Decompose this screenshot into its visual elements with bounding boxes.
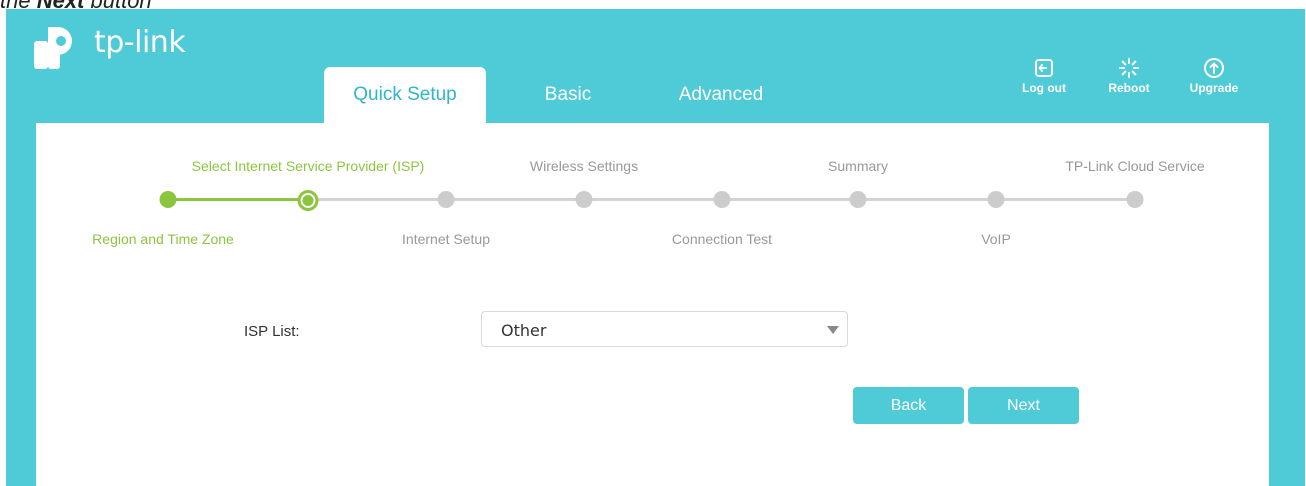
logout-label: Log out [1022,81,1066,95]
upgrade-label: Upgrade [1189,81,1239,95]
upgrade-button[interactable]: Upgrade [1184,57,1244,95]
step-label-internet: Internet Setup [402,231,490,247]
tab-quick-setup[interactable]: Quick Setup [324,67,486,123]
step-dot-wireless [575,191,593,208]
step-dot-internet [437,191,455,208]
step-label-voip: VoIP [981,231,1011,247]
step-label-summary: Summary [828,158,888,174]
isp-list-value: Other [501,321,547,340]
reboot-label: Reboot [1108,81,1150,95]
step-label-wireless: Wireless Settings [529,158,639,174]
step-label-connection: Connection Test [671,231,773,247]
logout-icon [1035,59,1053,77]
back-button[interactable]: Back [853,387,964,424]
router-admin-frame: tp-link Quick Setup Basic Advanced Log o… [6,9,1305,486]
progress-track-done [168,198,308,201]
step-label-isp: Select Internet Service Provider (ISP) [191,158,425,174]
tab-basic[interactable]: Basic [521,67,615,123]
brand-name: tp-link [94,25,186,60]
quick-setup-panel: Select Internet Service Provider (ISP) W… [36,123,1269,486]
step-label-region: Region and Time Zone [92,231,234,247]
step-dot-summary [849,191,867,208]
step-dot-connection [713,191,731,208]
upgrade-icon [1204,58,1224,78]
step-label-cloud: TP-Link Cloud Service [1065,158,1205,174]
reboot-icon [1119,58,1139,78]
instruction-caption: the Next button [0,0,152,13]
logout-button[interactable]: Log out [1014,57,1074,95]
tab-advanced[interactable]: Advanced [666,67,776,123]
tp-link-logo: tp-link [30,19,210,79]
isp-list-select[interactable]: Other [481,311,848,347]
tp-link-logo-icon [34,27,72,69]
step-dot-region [159,191,177,208]
chevron-down-icon [827,326,839,334]
reboot-button[interactable]: Reboot [1099,57,1159,95]
next-button[interactable]: Next [968,387,1079,424]
step-dot-voip [987,191,1005,208]
step-dot-cloud [1126,191,1144,208]
isp-list-label: ISP List: [244,323,300,340]
step-dot-isp [297,190,319,211]
